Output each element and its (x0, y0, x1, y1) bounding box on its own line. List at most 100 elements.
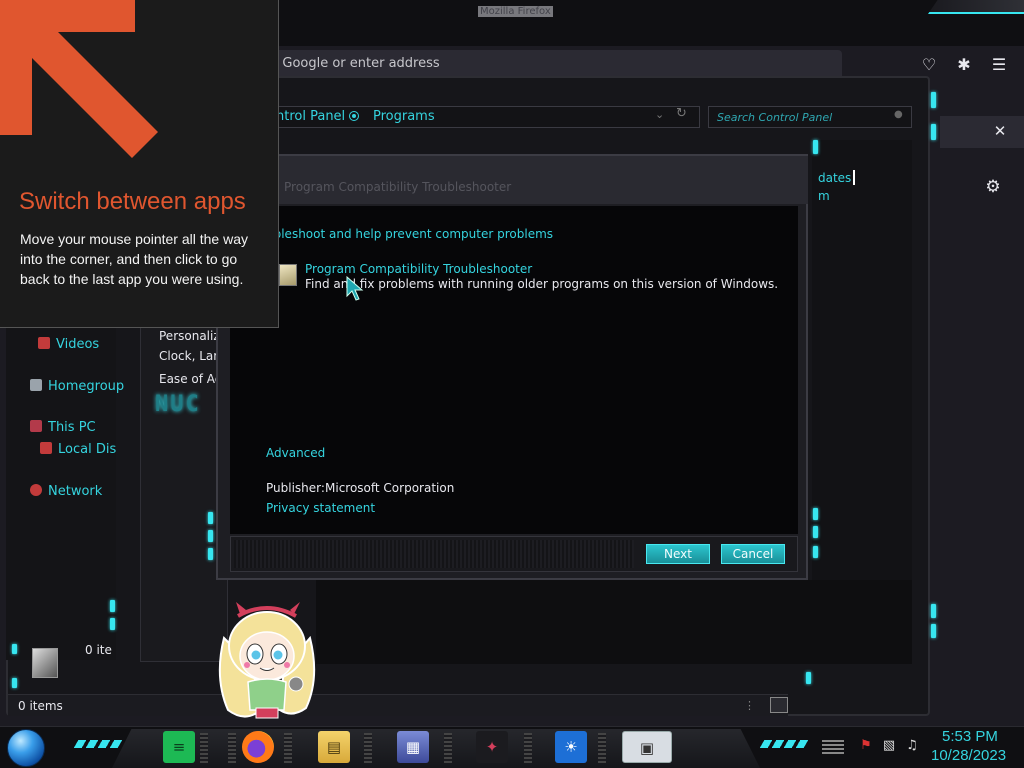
accent-bar (813, 526, 818, 538)
troubleshooter-description: Find and fix problems with running older… (305, 277, 779, 291)
clock-date[interactable]: 10/28/2023 (931, 747, 1006, 764)
taskbar-separator (524, 733, 532, 763)
category-clock-language[interactable]: Clock, Lar (159, 349, 218, 363)
search-icon[interactable]: ● (894, 109, 903, 120)
folder-thumbnail (32, 648, 58, 678)
accent-bar (931, 604, 936, 618)
nav-item-videos[interactable]: Videos (38, 337, 99, 352)
accent-bar (931, 124, 936, 140)
nav-item-local-disk[interactable]: Local Dis (40, 442, 116, 457)
address-bar-placeholder[interactable]: n Google or enter address (270, 56, 440, 71)
extensions-icon[interactable]: ✱ (953, 54, 975, 76)
privacy-statement-link[interactable]: Privacy statement (266, 501, 375, 515)
taskbar-separator (228, 733, 236, 763)
nav-item-local-disk-label: Local Dis (58, 442, 117, 457)
accent-bar (813, 140, 818, 154)
taskbar-separator (444, 733, 452, 763)
close-icon[interactable]: ✕ (990, 120, 1010, 142)
spotify-icon[interactable]: ≡ (163, 731, 195, 763)
menu-icon[interactable]: ☰ (988, 54, 1010, 76)
accent-bar (208, 512, 213, 524)
nav-item-homegroup-label: Homegroup (48, 379, 125, 394)
window-corner-decoration (928, 0, 1024, 14)
nav-item-this-pc-label: This PC (48, 420, 96, 435)
taskbar-separator (284, 733, 292, 763)
nav-item-this-pc[interactable]: This PC (30, 420, 96, 435)
status-item-count-partial: 0 ite (85, 643, 112, 657)
right-pane-link-2[interactable]: m (818, 189, 830, 203)
right-pane-link-updates[interactable]: dates (818, 171, 851, 185)
breadcrumb-separator-icon (350, 112, 358, 120)
troubleshooter-icon (279, 264, 297, 286)
start-button[interactable] (7, 729, 45, 767)
category-ease-of-access[interactable]: Ease of Ac (159, 372, 221, 386)
clock-time[interactable]: 5:53 PM (942, 728, 998, 745)
publisher-value: Microsoft Corporation (325, 481, 455, 495)
homegroup-icon (30, 379, 42, 391)
nav-item-network-label: Network (48, 484, 103, 499)
accent-bar (12, 678, 17, 688)
chevron-down-icon[interactable]: ⌄ (655, 108, 664, 121)
tip-title: Switch between apps (19, 188, 246, 215)
category-personalization[interactable]: Personaliz (159, 329, 220, 343)
accent-bar (931, 92, 936, 108)
next-button[interactable]: Next (646, 544, 710, 564)
firefox-icon[interactable] (242, 731, 274, 763)
search-input[interactable]: Search Control Panel (708, 106, 912, 128)
dialog-title: Program Compatibility Troubleshooter (284, 180, 512, 194)
game-icon[interactable]: ✦ (476, 731, 508, 763)
nav-item-videos-label: Videos (56, 337, 100, 352)
pocket-icon[interactable]: ♡ (918, 54, 940, 76)
network-icon (30, 484, 42, 496)
accent-bar (208, 548, 213, 560)
taskbar-decoration (759, 740, 809, 748)
details-view-icon[interactable]: ⋮ (744, 699, 756, 713)
nav-item-network[interactable]: Network (30, 484, 102, 499)
breadcrumb-control-panel[interactable]: ntrol Panel (276, 109, 345, 124)
taskbar-decoration (73, 740, 123, 748)
volume-icon[interactable]: ♫ (903, 737, 921, 755)
file-explorer-icon[interactable]: ▤ (318, 731, 350, 763)
status-bar (8, 694, 788, 716)
accent-bar (110, 618, 115, 630)
taskbar-separator (598, 733, 606, 763)
troubleshooter-title: Program Compatibility Troubleshooter (305, 262, 533, 276)
firefox-window-title: Mozilla Firefox (478, 6, 553, 17)
taskbar-separator (364, 733, 372, 763)
switch-apps-tip: Switch between apps Move your mouse poin… (0, 0, 279, 328)
text-caret (853, 170, 855, 185)
corner-arrow-icon (0, 0, 158, 158)
accent-bar (813, 508, 818, 520)
mouse-cursor-icon (346, 276, 364, 301)
status-item-count: 0 items (18, 699, 63, 713)
this-pc-icon (30, 420, 42, 432)
tip-body: Move your mouse pointer all the way into… (20, 231, 248, 287)
accent-bar (208, 530, 213, 542)
theme-logo: NUC (155, 392, 201, 417)
control-panel-icon[interactable]: ▦ (397, 731, 429, 763)
cancel-button[interactable]: Cancel (721, 544, 785, 564)
breadcrumb-programs[interactable]: Programs (373, 109, 435, 124)
action-center-flag-icon[interactable]: ⚑ (857, 737, 875, 755)
character-sticker (218, 602, 316, 719)
accent-bar (110, 600, 115, 612)
network-tray-icon[interactable]: ▧ (880, 737, 898, 755)
accent-bar (931, 624, 936, 638)
large-icons-view-icon[interactable] (770, 697, 788, 713)
firefox-notification-panel (940, 116, 1024, 148)
refresh-icon[interactable]: ↻ (676, 106, 687, 121)
advanced-link[interactable]: Advanced (266, 446, 325, 460)
dialog-footer-texture (234, 540, 634, 568)
gear-icon[interactable]: ⚙ (982, 176, 1004, 198)
videos-icon (38, 337, 50, 349)
taskbar-separator (200, 733, 208, 763)
content-area (316, 580, 912, 664)
accent-bar (813, 546, 818, 558)
weather-icon[interactable]: ☀ (555, 731, 587, 763)
local-disk-icon (40, 442, 52, 454)
troubleshooter-taskbar-icon[interactable]: ▣ (622, 731, 672, 763)
dialog-heading: ubleshoot and help prevent computer prob… (266, 227, 554, 241)
publisher-label: Publisher: (266, 481, 325, 495)
nav-item-homegroup[interactable]: Homegroup (30, 379, 124, 394)
tray-signal-icon[interactable] (822, 740, 844, 754)
